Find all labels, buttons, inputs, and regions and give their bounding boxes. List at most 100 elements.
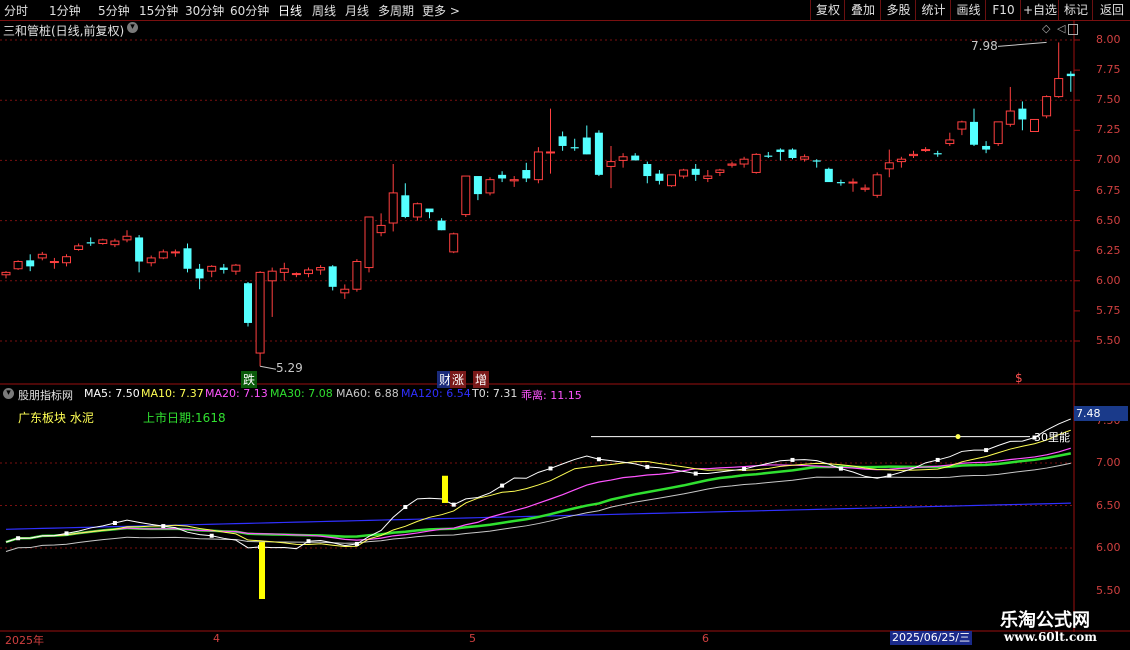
candle-body bbox=[1054, 78, 1064, 98]
kline-chart bbox=[0, 20, 1130, 632]
period-3[interactable]: 15分钟 bbox=[139, 2, 178, 19]
line-label: 30里能 bbox=[1034, 431, 1070, 444]
watermark-url: www.60lt.com bbox=[1004, 630, 1097, 644]
candle-body bbox=[461, 175, 471, 216]
candle-body bbox=[231, 264, 241, 272]
toolbar-button-5[interactable]: F10 bbox=[985, 0, 1021, 20]
period-4[interactable]: 30分钟 bbox=[185, 2, 224, 19]
window-icon[interactable] bbox=[1068, 24, 1078, 35]
candle-body bbox=[1042, 96, 1052, 117]
candle-body bbox=[667, 174, 676, 187]
fall-marker[interactable]: 跌 bbox=[241, 371, 258, 388]
period-0[interactable]: 分时 bbox=[4, 2, 28, 19]
candle-body bbox=[606, 161, 616, 167]
indicator-tick: 6.50 bbox=[1096, 498, 1121, 512]
candle-body bbox=[37, 253, 47, 259]
toolbar-button-3[interactable]: 统计 bbox=[915, 0, 951, 20]
candle-body bbox=[158, 251, 168, 259]
rise-marker[interactable]: 涨 bbox=[450, 371, 467, 388]
candle-body bbox=[945, 139, 955, 145]
candle-body bbox=[352, 261, 362, 290]
price-tick: 6.75 bbox=[1096, 183, 1121, 197]
ma5-marker bbox=[209, 533, 214, 538]
candle-body bbox=[933, 153, 942, 155]
candle-body bbox=[570, 147, 579, 149]
ma5-marker bbox=[548, 466, 553, 471]
chevron-down-icon[interactable]: ▾ bbox=[127, 22, 138, 33]
stock-title: 三和管桩(日线,前复权) bbox=[3, 24, 125, 38]
candle-body bbox=[316, 267, 326, 271]
ma5-marker bbox=[354, 541, 359, 546]
diamond-icon[interactable]: ◇ bbox=[1042, 22, 1050, 35]
candle-body bbox=[485, 179, 495, 194]
expand-icon[interactable]: ◁ bbox=[1057, 22, 1065, 35]
date-month-4: 4 bbox=[213, 632, 220, 645]
period-1[interactable]: 1分钟 bbox=[49, 2, 81, 19]
price-tick: 5.75 bbox=[1096, 303, 1121, 317]
period-6[interactable]: 日线 bbox=[278, 2, 302, 19]
candle-body bbox=[993, 121, 1003, 145]
candle-body bbox=[86, 242, 95, 244]
candle-body bbox=[267, 270, 277, 282]
candle-body bbox=[533, 151, 543, 181]
candle-body bbox=[921, 149, 931, 152]
date-month-6: 6 bbox=[702, 632, 709, 645]
candle-body bbox=[655, 173, 664, 181]
ma5-marker bbox=[112, 521, 117, 526]
candle-body bbox=[715, 169, 725, 173]
high-arrow bbox=[997, 41, 1047, 47]
toolbar-button-1[interactable]: 叠加 bbox=[844, 0, 881, 20]
candle-body bbox=[824, 168, 833, 183]
indicator-chevron-icon[interactable]: ▾ bbox=[3, 388, 14, 399]
legend-ma20: MA20: 7.13 bbox=[205, 387, 268, 400]
price-tick: 7.00 bbox=[1096, 153, 1121, 167]
candle-body bbox=[896, 158, 906, 163]
period-10[interactable]: 更多 > bbox=[422, 2, 460, 19]
candle-body bbox=[255, 271, 265, 354]
candle-body bbox=[691, 168, 700, 175]
indicator-name[interactable]: 股朋指标网 bbox=[18, 387, 73, 403]
toolbar-button-8[interactable]: 返回 bbox=[1092, 0, 1130, 20]
dollar-marker[interactable]: $ bbox=[1013, 371, 1025, 385]
toolbar-button-2[interactable]: 多股 bbox=[880, 0, 916, 20]
period-7[interactable]: 周线 bbox=[312, 2, 336, 19]
period-9[interactable]: 多周期 bbox=[378, 2, 414, 19]
period-2[interactable]: 5分钟 bbox=[98, 2, 130, 19]
candle-body bbox=[884, 162, 894, 170]
candle-body bbox=[703, 175, 713, 179]
candle-body bbox=[1066, 73, 1075, 77]
ma5-marker bbox=[935, 457, 940, 462]
candle-body bbox=[49, 261, 59, 264]
date-year: 2025年 bbox=[5, 634, 44, 647]
period-5[interactable]: 60分钟 bbox=[230, 2, 269, 19]
toolbar-button-7[interactable]: 标记 bbox=[1058, 0, 1093, 20]
cursor-date: 2025/06/25/三 bbox=[890, 631, 973, 645]
ma5-marker bbox=[306, 539, 311, 544]
ma5-marker bbox=[596, 457, 601, 462]
candle-body bbox=[207, 265, 217, 272]
candle-body bbox=[244, 283, 252, 323]
signal-bar-up bbox=[442, 475, 448, 503]
toolbar-button-4[interactable]: 画线 bbox=[950, 0, 986, 20]
candle-body bbox=[848, 181, 858, 184]
candle-body bbox=[13, 261, 23, 270]
candle-body bbox=[328, 266, 337, 287]
increase-marker[interactable]: 增 bbox=[473, 371, 490, 388]
candle-body bbox=[122, 235, 132, 241]
toolbar-button-0[interactable]: 复权 bbox=[810, 0, 845, 20]
candle-body bbox=[957, 121, 967, 130]
candle-body bbox=[412, 203, 422, 218]
candle-body bbox=[982, 145, 991, 150]
candle-body bbox=[739, 158, 749, 165]
candle-body bbox=[643, 164, 652, 177]
period-8[interactable]: 月线 bbox=[345, 2, 369, 19]
ma5-marker bbox=[645, 464, 650, 469]
price-tick: 7.50 bbox=[1096, 93, 1121, 107]
candle-body bbox=[437, 220, 446, 231]
candle-body bbox=[62, 256, 71, 264]
price-tick: 6.00 bbox=[1096, 273, 1121, 287]
candle-body bbox=[170, 251, 180, 254]
candle-body bbox=[183, 248, 192, 269]
toolbar-button-6[interactable]: +自选 bbox=[1020, 0, 1059, 20]
candle-body bbox=[522, 170, 531, 179]
